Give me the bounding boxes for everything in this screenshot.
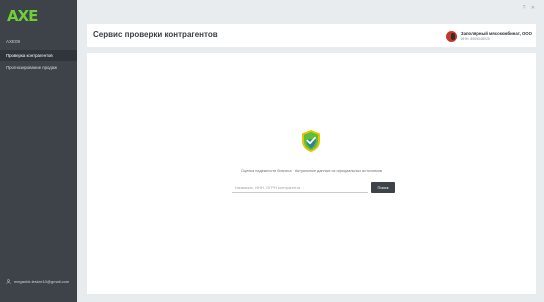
company-name: Заполярный мясокомбинат, ООО	[460, 31, 532, 36]
sidebar-section-label: AXE09	[6, 39, 21, 44]
shield-check-icon	[302, 130, 320, 152]
company-avatar	[445, 30, 457, 42]
page-title: Сервис проверки контрагентов	[93, 30, 218, 39]
user-email: megaobk.teskre10@gmail.com	[14, 279, 70, 284]
window-controls[interactable]: ? ✕	[523, 5, 537, 11]
sidebar: AXE AXE09 Проверка контрагентов Прогнози…	[0, 0, 77, 302]
user-account[interactable]: megaobk.teskre10@gmail.com	[6, 279, 76, 284]
user-icon	[6, 279, 11, 284]
main-panel: Оценка надежности бизнеса · Актуальные д…	[87, 53, 536, 294]
search-button[interactable]: Поиск	[371, 182, 395, 193]
sidebar-item-counterparty-check[interactable]: Проверка контрагентов	[0, 50, 77, 61]
company-selector[interactable]: Заполярный мясокомбинат, ООО ИНН: 890504…	[445, 29, 532, 43]
service-tagline: Оценка надежности бизнеса · Актуальные д…	[241, 169, 382, 173]
page-header: Сервис проверки контрагентов Заполярный …	[87, 24, 536, 47]
bottom-strip	[77, 294, 544, 302]
app-logo[interactable]: AXE	[7, 7, 38, 25]
sidebar-item-sales-forecast[interactable]: Прогнозирование продаж	[0, 62, 77, 73]
company-inn: ИНН: 8905048025	[460, 37, 490, 41]
top-strip: ? ✕	[77, 0, 544, 21]
counterparty-search-input[interactable]	[232, 182, 368, 193]
